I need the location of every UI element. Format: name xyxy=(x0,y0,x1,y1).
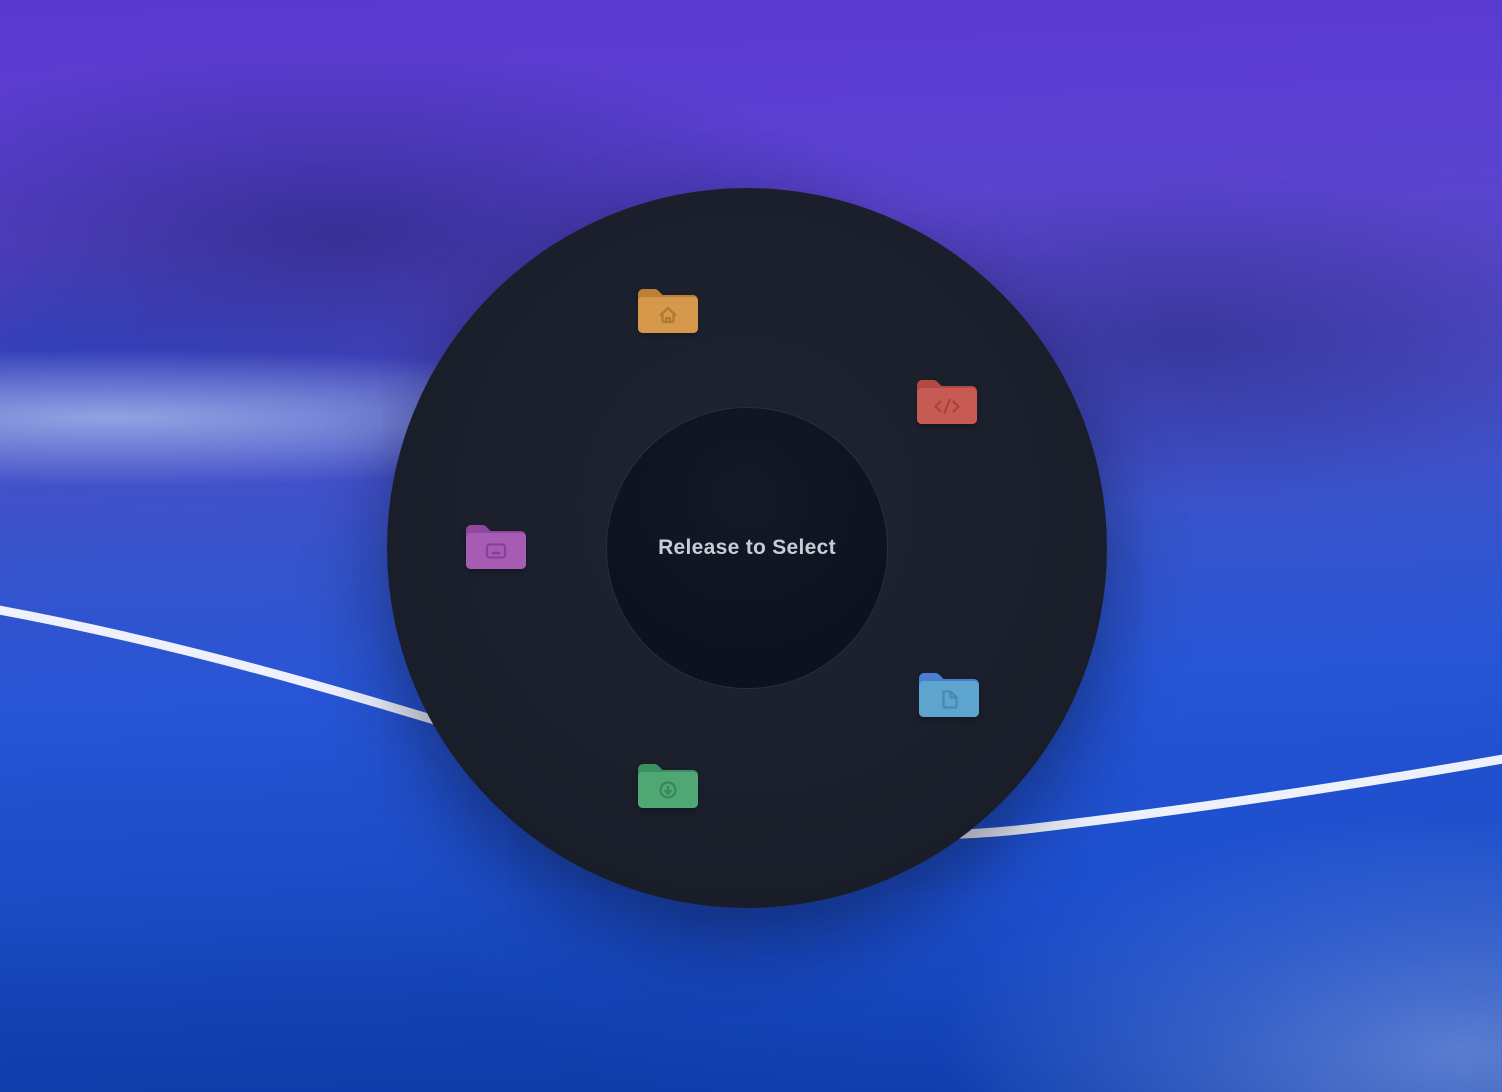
desktop-screen: Release to Select xyxy=(0,0,1502,1092)
radial-menu[interactable]: Release to Select xyxy=(387,188,1107,908)
release-target-hub[interactable]: Release to Select xyxy=(606,407,888,689)
folder-icon xyxy=(919,673,979,717)
folder-front xyxy=(919,681,979,717)
menu-item-documents[interactable] xyxy=(916,666,982,720)
folder-icon xyxy=(638,289,698,333)
menu-item-home[interactable] xyxy=(635,282,701,336)
folder-front xyxy=(638,297,698,333)
folder-icon xyxy=(638,764,698,808)
folder-icon xyxy=(466,525,526,569)
menu-item-desktop[interactable] xyxy=(463,518,529,572)
folder-front xyxy=(466,533,526,569)
folder-icon xyxy=(917,380,977,424)
menu-item-downloads[interactable] xyxy=(635,757,701,811)
menu-item-code[interactable] xyxy=(914,373,980,427)
center-label: Release to Select xyxy=(658,536,836,559)
